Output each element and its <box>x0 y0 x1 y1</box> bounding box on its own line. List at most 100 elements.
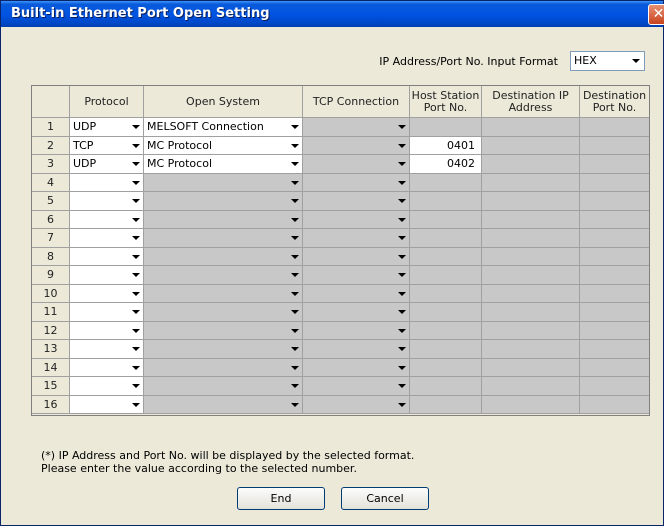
protocol-select[interactable] <box>70 266 144 285</box>
open-system-select[interactable] <box>144 192 303 211</box>
tcp-connection-select[interactable] <box>303 192 410 211</box>
chevron-down-icon[interactable] <box>394 396 409 413</box>
chevron-down-icon[interactable] <box>128 211 143 228</box>
protocol-select[interactable] <box>70 395 144 414</box>
chevron-down-icon[interactable] <box>287 229 302 246</box>
chevron-down-icon[interactable] <box>287 174 302 191</box>
chevron-down-icon[interactable] <box>287 303 302 320</box>
chevron-down-icon[interactable] <box>287 211 302 228</box>
chevron-down-icon[interactable] <box>287 266 302 283</box>
close-icon[interactable]: ✕ <box>648 4 664 25</box>
chevron-down-icon[interactable] <box>287 155 302 172</box>
chevron-down-icon[interactable] <box>394 340 409 357</box>
protocol-select[interactable] <box>70 210 144 229</box>
chevron-down-icon[interactable] <box>394 322 409 339</box>
tcp-connection-select[interactable] <box>303 303 410 322</box>
chevron-down-icon[interactable] <box>394 248 409 265</box>
protocol-select[interactable] <box>70 229 144 248</box>
chevron-down-icon[interactable] <box>394 118 409 135</box>
protocol-select[interactable] <box>70 247 144 266</box>
protocol-select[interactable]: TCP <box>70 136 144 155</box>
chevron-down-icon[interactable] <box>128 340 143 357</box>
protocol-select[interactable] <box>70 284 144 303</box>
open-system-select[interactable] <box>144 229 303 248</box>
chevron-down-icon[interactable] <box>394 174 409 191</box>
host-station-port-field[interactable]: 0402 <box>410 155 482 174</box>
protocol-select[interactable] <box>70 303 144 322</box>
chevron-down-icon[interactable] <box>287 396 302 413</box>
tcp-connection-select[interactable] <box>303 229 410 248</box>
tcp-connection-select[interactable] <box>303 118 410 137</box>
open-system-select[interactable] <box>144 303 303 322</box>
chevron-down-icon[interactable] <box>394 211 409 228</box>
tcp-connection-select[interactable] <box>303 136 410 155</box>
chevron-down-icon[interactable] <box>128 174 143 191</box>
open-system-select[interactable] <box>144 266 303 285</box>
chevron-down-icon[interactable] <box>394 229 409 246</box>
title-bar[interactable]: Built-in Ethernet Port Open Setting ✕ <box>1 1 664 27</box>
chevron-down-icon[interactable] <box>128 303 143 320</box>
tcp-connection-select[interactable] <box>303 395 410 414</box>
chevron-down-icon[interactable] <box>128 359 143 376</box>
open-system-select[interactable] <box>144 173 303 192</box>
tcp-connection-select[interactable] <box>303 284 410 303</box>
tcp-connection-select[interactable] <box>303 377 410 396</box>
chevron-down-icon[interactable] <box>394 155 409 172</box>
host-station-port-field[interactable]: 0401 <box>410 136 482 155</box>
chevron-down-icon[interactable] <box>287 322 302 339</box>
open-system-select[interactable] <box>144 377 303 396</box>
end-button[interactable]: End <box>237 487 325 510</box>
chevron-down-icon[interactable] <box>287 377 302 394</box>
cancel-button[interactable]: Cancel <box>341 487 429 510</box>
chevron-down-icon[interactable] <box>128 377 143 394</box>
chevron-down-icon[interactable] <box>394 192 409 209</box>
tcp-connection-select[interactable] <box>303 321 410 340</box>
chevron-down-icon[interactable] <box>287 285 302 302</box>
chevron-down-icon[interactable] <box>128 118 143 135</box>
open-system-select[interactable]: MC Protocol <box>144 136 303 155</box>
tcp-connection-select[interactable] <box>303 247 410 266</box>
chevron-down-icon[interactable] <box>287 192 302 209</box>
protocol-select[interactable] <box>70 321 144 340</box>
protocol-select[interactable] <box>70 358 144 377</box>
open-system-select[interactable] <box>144 321 303 340</box>
open-system-select[interactable] <box>144 340 303 359</box>
tcp-connection-select[interactable] <box>303 358 410 377</box>
open-system-select[interactable]: MELSOFT Connection <box>144 118 303 137</box>
open-system-select[interactable] <box>144 395 303 414</box>
chevron-down-icon[interactable] <box>394 137 409 154</box>
tcp-connection-select[interactable] <box>303 155 410 174</box>
tcp-connection-select[interactable] <box>303 266 410 285</box>
chevron-down-icon[interactable] <box>287 340 302 357</box>
chevron-down-icon[interactable] <box>128 137 143 154</box>
chevron-down-icon[interactable] <box>394 359 409 376</box>
chevron-down-icon[interactable] <box>128 192 143 209</box>
chevron-down-icon[interactable] <box>394 266 409 283</box>
tcp-connection-select[interactable] <box>303 173 410 192</box>
chevron-down-icon[interactable] <box>128 248 143 265</box>
chevron-down-icon[interactable] <box>128 322 143 339</box>
chevron-down-icon[interactable] <box>394 377 409 394</box>
open-system-select[interactable] <box>144 284 303 303</box>
protocol-select[interactable] <box>70 340 144 359</box>
open-system-select[interactable] <box>144 210 303 229</box>
chevron-down-icon[interactable] <box>394 303 409 320</box>
chevron-down-icon[interactable] <box>128 266 143 283</box>
protocol-select[interactable] <box>70 377 144 396</box>
chevron-down-icon[interactable] <box>128 155 143 172</box>
protocol-select[interactable]: UDP <box>70 118 144 137</box>
open-system-select[interactable] <box>144 358 303 377</box>
tcp-connection-select[interactable] <box>303 210 410 229</box>
chevron-down-icon[interactable] <box>394 285 409 302</box>
chevron-down-icon[interactable] <box>287 137 302 154</box>
chevron-down-icon[interactable] <box>287 248 302 265</box>
chevron-down-icon[interactable] <box>287 359 302 376</box>
chevron-down-icon[interactable] <box>628 53 643 69</box>
input-format-select[interactable]: HEX <box>570 51 645 71</box>
protocol-select[interactable] <box>70 192 144 211</box>
chevron-down-icon[interactable] <box>128 285 143 302</box>
protocol-select[interactable] <box>70 173 144 192</box>
chevron-down-icon[interactable] <box>128 396 143 413</box>
open-system-select[interactable]: MC Protocol <box>144 155 303 174</box>
chevron-down-icon[interactable] <box>128 229 143 246</box>
